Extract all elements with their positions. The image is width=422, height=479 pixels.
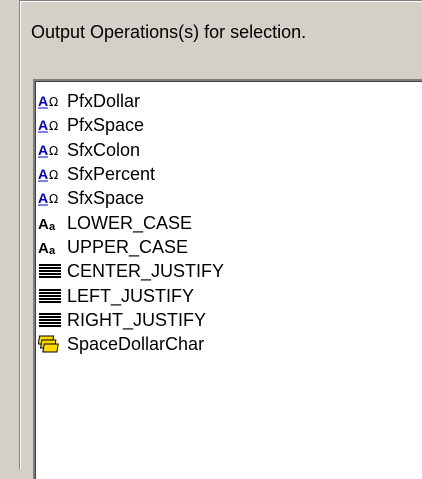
justify-icon [38,286,64,306]
svg-text:Ω: Ω [49,192,58,206]
operations-panel: Output Operations(s) for selection. A Ω … [0,0,422,479]
svg-text:A: A [38,117,48,133]
justify-icon [38,310,64,330]
case-icon: A a [38,237,64,257]
list-item[interactable]: A Ω SfxSpace [38,186,224,210]
text-format-icon: A Ω [38,140,64,160]
list-item[interactable]: RIGHT_JUSTIFY [38,308,224,332]
item-label: SfxColon [67,139,141,160]
svg-text:Ω: Ω [49,119,58,133]
item-label: SfxPercent [67,164,156,185]
list-item[interactable]: LEFT_JUSTIFY [38,283,224,307]
text-format-icon: A Ω [38,115,64,135]
item-label: UPPER_CASE [67,236,189,257]
svg-text:Ω: Ω [49,95,58,109]
text-format-icon: A Ω [38,188,64,208]
text-format-icon: A Ω [38,91,64,111]
list-item[interactable]: A Ω PfxSpace [38,113,224,137]
list-item[interactable]: SpaceDollarChar [38,332,224,356]
svg-text:A: A [38,240,49,257]
item-label: CENTER_JUSTIFY [67,261,225,282]
svg-text:A: A [38,93,48,109]
svg-text:a: a [49,221,56,233]
item-label: LOWER_CASE [67,212,193,233]
case-icon: A a [38,213,64,233]
caption-label: Output Operations(s) for selection. [31,22,307,42]
item-label: RIGHT_JUSTIFY [67,309,207,330]
operations-list: A Ω PfxDollar A Ω PfxSpace A Ω SfxColon … [38,89,224,356]
item-label: PfxDollar [67,91,141,112]
justify-icon [38,261,64,281]
svg-text:Ω: Ω [49,144,58,158]
list-item[interactable]: A a LOWER_CASE [38,210,224,234]
item-label: LEFT_JUSTIFY [67,285,195,306]
item-label: SfxSpace [67,188,145,209]
list-item[interactable]: A Ω SfxColon [38,138,224,162]
item-label: SpaceDollarChar [67,334,205,355]
svg-text:A: A [38,190,48,206]
svg-text:A: A [38,142,48,158]
list-item[interactable]: CENTER_JUSTIFY [38,259,224,283]
list-item[interactable]: A a UPPER_CASE [38,235,224,259]
item-label: PfxSpace [67,115,145,136]
text-format-icon: A Ω [38,164,64,184]
svg-text:Ω: Ω [49,168,58,182]
svg-text:A: A [38,216,49,233]
svg-text:a: a [49,245,56,257]
operations-listbox[interactable]: A Ω PfxDollar A Ω PfxSpace A Ω SfxColon … [33,79,422,479]
stacked-layers-icon [38,334,64,354]
svg-text:A: A [38,166,48,182]
list-item[interactable]: A Ω PfxDollar [38,89,224,113]
list-item[interactable]: A Ω SfxPercent [38,162,224,186]
